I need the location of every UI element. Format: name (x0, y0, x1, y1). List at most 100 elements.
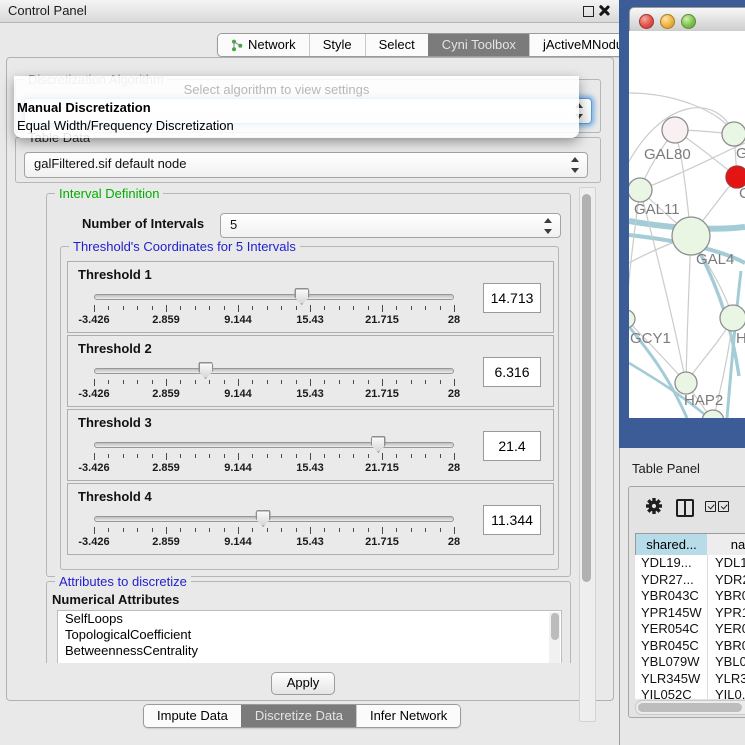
tick-mark (396, 306, 397, 310)
table-row[interactable]: YDR27...YDR2... (635, 572, 745, 589)
combo-arrows-icon (544, 214, 553, 237)
tab-label: Network (248, 34, 296, 56)
apply-button[interactable]: Apply (271, 672, 335, 695)
bottom-tabs: Impute Data Discretize Data Infer Networ… (143, 704, 461, 728)
close-traffic-light[interactable] (639, 14, 654, 29)
group-title: Threshold's Coordinates for 5 Intervals (69, 239, 300, 254)
tab-network[interactable]: Network (218, 34, 309, 56)
slider-thumb[interactable] (198, 362, 213, 379)
tick-mark (238, 453, 239, 460)
slider-ticks (94, 305, 454, 313)
column-header-shared[interactable]: shared... (635, 533, 708, 556)
table-row[interactable]: YBR045CYBR0... (635, 638, 745, 655)
tick-mark (137, 306, 138, 310)
control-panel-titlebar: Control Panel (0, 0, 619, 23)
slider-thumb[interactable] (371, 436, 386, 453)
list-item[interactable]: TopologicalCoefficient (58, 627, 561, 643)
table-row[interactable]: YLR345WYLR3... (635, 671, 745, 688)
tick-label: 21.715 (365, 314, 399, 326)
network-node-gal11[interactable] (629, 178, 652, 202)
network-canvas[interactable]: GAL80 G GAL11 C GAL4 GCY1 H HAP2 (629, 31, 745, 418)
network-graph: GAL80 G GAL11 C GAL4 GCY1 H HAP2 (629, 31, 745, 418)
list-item[interactable]: BetweennessCentrality (58, 643, 561, 659)
tick-mark (368, 380, 369, 384)
threshold-value-field[interactable]: 14.713 (483, 283, 541, 313)
tab-discretize-data[interactable]: Discretize Data (241, 705, 356, 727)
table-row[interactable]: YDL19...YDL1... (635, 555, 745, 572)
split-columns-icon[interactable] (676, 499, 694, 517)
tick-mark (382, 453, 383, 460)
slider-track[interactable] (94, 442, 454, 448)
table-row[interactable]: YPR145WYPR1... (635, 605, 745, 622)
gear-icon[interactable] (645, 497, 663, 515)
table-cell: YLR3... (707, 671, 745, 688)
scrollbar-thumb[interactable] (582, 194, 591, 582)
float-window-icon[interactable] (583, 6, 594, 17)
popup-option-equal-width[interactable]: Equal Width/Frequency Discretization (17, 118, 234, 133)
tick-mark (195, 528, 196, 532)
close-icon[interactable] (598, 5, 609, 16)
tick-label: 21.715 (365, 462, 399, 474)
slider-thumb[interactable] (294, 288, 309, 305)
slider-ticks (94, 379, 454, 387)
threshold-3-panel: Threshold 3 -3.4262.8599.14415.4321.7152… (67, 409, 554, 481)
slider-track[interactable] (94, 294, 454, 300)
table-panel-title: Table Panel (632, 461, 700, 476)
tab-infer-network[interactable]: Infer Network (356, 705, 460, 727)
tab-style[interactable]: Style (309, 34, 365, 56)
table-row[interactable]: YER054CYER0... (635, 621, 745, 638)
minimize-traffic-light[interactable] (660, 14, 675, 29)
tick-mark (137, 528, 138, 532)
number-of-intervals-combobox[interactable]: 5 (220, 213, 561, 238)
network-node-hap2[interactable] (675, 372, 697, 394)
threshold-value-field[interactable]: 21.4 (483, 431, 541, 461)
tick-mark (353, 528, 354, 532)
slider-thumb[interactable] (256, 510, 271, 527)
tick-mark (296, 380, 297, 384)
table-row[interactable]: YBR043CYBR0... (635, 588, 745, 605)
slider-track[interactable] (94, 368, 454, 374)
network-node-gal4[interactable] (672, 217, 710, 255)
table-cell: YER0... (707, 621, 745, 638)
network-node-gal80[interactable] (662, 117, 688, 143)
list-item[interactable]: SelfLoops (58, 611, 561, 627)
tab-select[interactable]: Select (365, 34, 428, 56)
tick-label: -3.426 (78, 314, 109, 326)
tick-mark (396, 380, 397, 384)
network-node-h[interactable] (720, 305, 745, 331)
node-label: GAL4 (696, 251, 734, 268)
table-row[interactable]: YBL079WYBL0... (635, 654, 745, 671)
zoom-traffic-light[interactable] (681, 14, 696, 29)
slider-tick-labels: -3.4262.8599.14415.4321.71528 (94, 536, 454, 549)
threshold-value-field[interactable]: 11.344 (483, 505, 541, 535)
tick-mark (368, 528, 369, 532)
tick-label: -3.426 (78, 388, 109, 400)
tick-label: 2.859 (152, 388, 180, 400)
tick-label: 28 (448, 388, 460, 400)
popup-option-manual[interactable]: Manual Discretization (17, 100, 151, 115)
network-node-partial-top[interactable] (722, 122, 745, 146)
settings-scrollbar[interactable] (579, 187, 596, 722)
tick-mark (425, 380, 426, 384)
column-header-name[interactable]: name (707, 533, 745, 556)
tab-impute-data[interactable]: Impute Data (144, 705, 241, 727)
checkbox-icon[interactable] (718, 501, 729, 512)
tab-cyni-toolbox[interactable]: Cyni Toolbox (428, 34, 529, 56)
slider-track[interactable] (94, 516, 454, 522)
tick-mark (411, 528, 412, 532)
tick-mark (137, 454, 138, 458)
tick-mark (267, 380, 268, 384)
checkbox-icon[interactable] (705, 501, 716, 512)
tick-mark (440, 380, 441, 384)
threshold-value-field[interactable]: 6.316 (483, 357, 541, 387)
tick-mark (310, 527, 311, 534)
threshold-2-panel: Threshold 2 -3.4262.8599.14415.4321.7152… (67, 335, 554, 407)
table-data-combobox[interactable]: galFiltered.sif default node (24, 152, 588, 178)
network-node-gcy1[interactable] (629, 310, 635, 328)
list-scrollbar[interactable] (549, 612, 560, 663)
network-node-partial-bottom[interactable] (702, 410, 724, 418)
table-row[interactable]: YIL052CYIL0... (635, 687, 745, 699)
tick-mark (252, 454, 253, 458)
table-hscrollbar[interactable] (635, 700, 745, 715)
attributes-group: Attributes to discretize Numerical Attri… (46, 581, 571, 663)
